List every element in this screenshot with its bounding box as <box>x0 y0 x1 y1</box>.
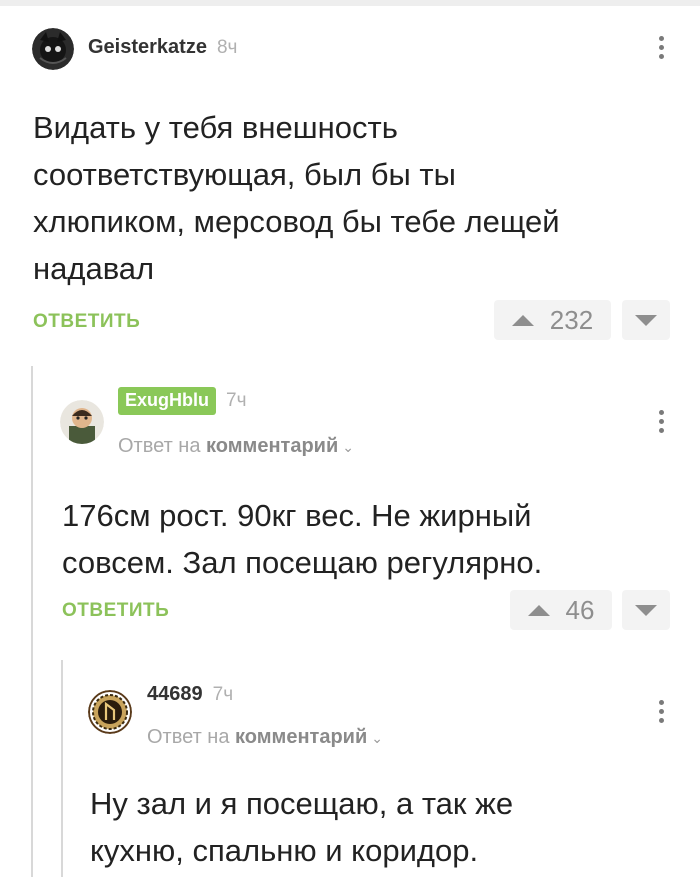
reply-to-link[interactable]: Ответ на комментарий ⌄ <box>118 435 354 458</box>
rune-emblem-avatar-icon <box>88 690 132 734</box>
thread-line <box>61 660 63 877</box>
kebab-icon[interactable] <box>657 410 665 437</box>
comment-header: Geisterkatze 8ч <box>88 36 237 59</box>
comment-header: ExugHblu 7ч <box>118 387 246 415</box>
character-avatar-icon <box>60 400 104 444</box>
kebab-icon[interactable] <box>657 700 665 727</box>
comment-line: кухню, спальню и коридор. <box>90 833 479 868</box>
upvote-button[interactable]: 46 <box>510 590 612 630</box>
username[interactable]: 44689 <box>147 683 203 706</box>
timestamp: 8ч <box>216 36 238 58</box>
reply-to-link[interactable]: Ответ на комментарий ⌄ <box>147 726 383 749</box>
comment-text: Ну зал и я посещаю, а так же кухню, спал… <box>90 780 680 874</box>
chevron-down-icon: ⌄ <box>342 439 354 455</box>
downvote-button[interactable] <box>622 300 670 340</box>
avatar[interactable] <box>60 400 104 444</box>
reply-to-prefix: Ответ на <box>118 435 207 457</box>
rating-count: 46 <box>565 594 595 625</box>
triangle-up-icon <box>511 314 534 326</box>
thread-line <box>31 366 33 877</box>
username-badge[interactable]: ExugHblu <box>118 387 216 415</box>
triangle-up-icon <box>527 604 550 616</box>
avatar[interactable] <box>32 28 74 70</box>
comment-header: 44689 7ч <box>147 683 233 706</box>
timestamp: 7ч <box>212 683 234 705</box>
cat-avatar-icon <box>32 28 74 70</box>
comment-line: Видать у тебя внешность <box>33 110 398 145</box>
top-divider <box>0 0 700 6</box>
comment-line: Ну зал и я посещаю, а так же <box>90 786 514 821</box>
reply-to-target: комментарий <box>235 726 368 748</box>
triangle-down-icon <box>635 604 657 616</box>
reply-to-prefix: Ответ на <box>147 726 236 748</box>
comment-line: соответствующая, был бы ты <box>33 157 456 192</box>
avatar[interactable] <box>88 690 132 734</box>
kebab-icon[interactable] <box>657 36 665 63</box>
chevron-down-icon: ⌄ <box>371 730 383 746</box>
timestamp: 7ч <box>226 390 247 411</box>
username[interactable]: Geisterkatze <box>88 36 207 59</box>
reply-to-target: комментарий <box>206 435 339 457</box>
comment-line: хлюпиком, мерсовод бы тебе лещей <box>33 204 560 239</box>
comment-text: Видать у тебя внешность соответствующая,… <box>33 104 673 292</box>
comment-line: совсем. Зал посещаю регулярно. <box>62 545 543 580</box>
rating-count: 232 <box>549 304 594 335</box>
reply-button[interactable]: ОТВЕТИТЬ <box>62 600 169 622</box>
comment-line: 176см рост. 90кг вес. Не жирный <box>62 498 532 533</box>
downvote-button[interactable] <box>622 590 670 630</box>
comment-text: 176см рост. 90кг вес. Не жирный совсем. … <box>62 492 672 586</box>
reply-button[interactable]: ОТВЕТИТЬ <box>33 311 140 333</box>
triangle-down-icon <box>635 314 657 326</box>
upvote-button[interactable]: 232 <box>494 300 611 340</box>
comment-line: надавал <box>33 251 155 286</box>
